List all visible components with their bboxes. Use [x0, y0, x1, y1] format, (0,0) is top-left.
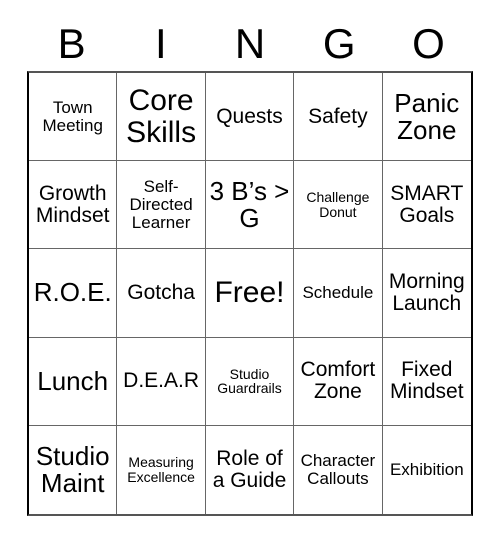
- bingo-cell-label: Self-Directed Learner: [129, 177, 193, 232]
- bingo-cell-label: Schedule: [302, 283, 374, 303]
- bingo-cell-label: Comfort Zone: [300, 358, 376, 404]
- bingo-cell-label: Morning Launch: [388, 270, 465, 315]
- bingo-cell[interactable]: D.E.A.R: [117, 337, 206, 426]
- bingo-cell[interactable]: Comfort Zone: [294, 337, 383, 426]
- bingo-cell[interactable]: Schedule: [294, 249, 383, 338]
- bingo-cell[interactable]: Role of a Guide: [206, 425, 295, 514]
- bingo-cell[interactable]: Town Meeting: [29, 73, 118, 162]
- header-letter-b: B: [57, 20, 86, 67]
- bingo-cell[interactable]: Measuring Excellence: [117, 425, 206, 514]
- bingo-cell[interactable]: Morning Launch: [382, 249, 471, 338]
- bingo-header: B I N G O: [27, 18, 473, 70]
- bingo-cell-label: Safety: [308, 104, 368, 128]
- bingo-cell[interactable]: Fixed Mindset: [382, 338, 471, 426]
- bingo-cell-label: SMART Goals: [390, 181, 464, 227]
- header-letter-g: G: [322, 20, 356, 67]
- bingo-cell[interactable]: Self-Directed Learner: [117, 161, 206, 250]
- bingo-cell[interactable]: Studio Guardrails: [205, 337, 295, 426]
- bingo-cell[interactable]: SMART Goals: [382, 161, 471, 250]
- bingo-card: B I N G O Town Meeting Core Skills Quest…: [0, 0, 500, 544]
- bingo-cell[interactable]: Growth Mindset: [29, 161, 118, 250]
- bingo-cell-label: Gotcha: [127, 281, 195, 305]
- bingo-cell-label: Studio Maint: [35, 440, 110, 498]
- bingo-cell-free[interactable]: Free!: [205, 249, 295, 338]
- bingo-cell-label: Role of a Guide: [212, 447, 287, 492]
- bingo-cell[interactable]: Safety: [294, 73, 383, 162]
- bingo-cell-label: Studio Guardrails: [217, 365, 282, 397]
- bingo-cell-label: Core Skills: [126, 84, 197, 149]
- bingo-cell-label: 3 B’s > G: [209, 175, 290, 233]
- header-letter-i: I: [154, 20, 167, 67]
- bingo-cell[interactable]: Studio Maint: [29, 425, 118, 514]
- bingo-cell-label: R.O.E.: [33, 277, 112, 308]
- bingo-cell-label: Challenge Donut: [306, 189, 370, 220]
- bingo-cell[interactable]: Character Callouts: [294, 425, 383, 514]
- bingo-cell-label: Growth Mindset: [35, 181, 110, 227]
- bingo-cell[interactable]: Quests: [205, 73, 295, 162]
- bingo-cell[interactable]: Challenge Donut: [294, 161, 383, 250]
- bingo-cell-label: Panic Zone: [394, 87, 460, 145]
- bingo-cell-label: Free!: [214, 276, 285, 310]
- bingo-cell-label: Exhibition: [389, 460, 464, 480]
- bingo-cell[interactable]: Gotcha: [117, 249, 206, 338]
- header-letter-n: N: [234, 20, 266, 67]
- bingo-cell-label: Measuring Excellence: [127, 454, 195, 485]
- bingo-cell-label: Town Meeting: [42, 97, 103, 135]
- header-letter-o: O: [412, 20, 445, 67]
- bingo-cell[interactable]: Lunch: [29, 337, 118, 426]
- bingo-cell[interactable]: 3 B’s > G: [205, 161, 295, 250]
- bingo-grid: Town Meeting Core Skills Quests Safety P…: [27, 71, 473, 516]
- bingo-cell-label: Fixed Mindset: [390, 358, 464, 404]
- bingo-cell[interactable]: Panic Zone: [382, 73, 471, 162]
- bingo-cell-label: D.E.A.R: [123, 369, 200, 393]
- bingo-cell[interactable]: R.O.E.: [29, 249, 118, 338]
- bingo-cell[interactable]: Core Skills: [117, 73, 206, 162]
- bingo-cell-label: Character Callouts: [300, 451, 376, 488]
- bingo-cell-label: Quests: [216, 104, 283, 128]
- bingo-cell-label: Lunch: [37, 365, 109, 396]
- bingo-cell[interactable]: Exhibition: [383, 426, 471, 514]
